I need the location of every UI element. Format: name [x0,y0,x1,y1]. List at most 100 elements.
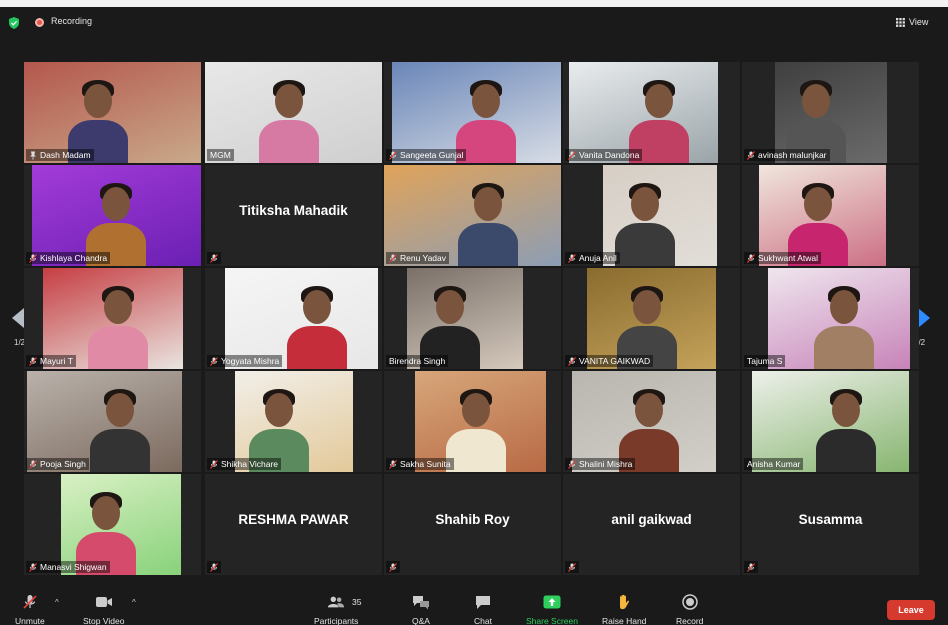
participant-tile[interactable]: Renu Yadav [384,165,561,266]
participant-video [603,165,717,266]
participant-video [225,268,378,369]
muted-mic-icon [210,459,218,469]
leave-button[interactable]: Leave [887,600,935,620]
muted-mic-icon [29,562,37,572]
participant-display-name: Susamma [798,512,863,527]
participant-face [106,393,134,427]
participant-tile[interactable]: MGM [205,62,382,163]
participant-tile[interactable]: Dash Madam [24,62,201,163]
participant-tile[interactable]: avinash malunjkar [742,62,919,163]
muted-mic-icon [568,356,576,366]
participant-tile[interactable]: Kishlaya Chandra [24,165,201,266]
participant-name-label: Kishlaya Chandra [26,252,111,264]
participant-name-label: Renu Yadav [386,252,449,264]
muted-mic-icon [389,150,397,160]
participant-name-label: Shalini Mishra [565,458,636,470]
participant-tile[interactable]: Susamma [742,474,919,575]
participant-tile[interactable]: Shikha Vichare [205,371,382,472]
participant-name-label: Sangeeta Gunjal [386,149,467,161]
participant-display-name: anil gaikwad [611,512,692,527]
recording-label: Recording [51,16,93,26]
participant-tile[interactable]: Birendra Singh [384,268,561,369]
participant-body [90,429,150,472]
participant-tile[interactable]: Sangeeta Gunjal [384,62,561,163]
participant-body [615,223,675,266]
participant-display-name: Titiksha Mahadik [239,203,348,218]
view-button[interactable]: View [896,15,928,29]
raise-hand-button[interactable]: Raise Hand [602,594,646,625]
video-camera-icon [95,597,112,607]
participant-name-label [565,561,579,573]
participant-name-label [207,561,221,573]
muted-mic-icon [389,459,397,469]
participant-face [472,84,500,118]
participant-tile[interactable]: Pooja Singh [24,371,201,472]
participant-name: Mayuri T [40,356,73,366]
participant-name-label [207,252,221,264]
participant-face [474,187,502,221]
unmute-button[interactable]: Unmute [15,594,45,625]
participant-tile[interactable]: Shahib Roy [384,474,561,575]
participant-video [205,62,382,163]
muted-mic-icon [568,562,576,572]
participant-name-label: Anuja Anil [565,252,620,264]
participant-tile[interactable]: Vanita Dandona [563,62,740,163]
recording-icon [35,18,44,27]
participant-tile[interactable]: Sakha Sunita [384,371,561,472]
muted-mic-icon [747,562,755,572]
participant-face [104,290,132,324]
muted-mic-icon [568,150,576,160]
participant-tile[interactable]: Manasvi Shigwan [24,474,201,575]
participant-tile[interactable]: anil gaikwad [563,474,740,575]
participant-name-label: Pooja Singh [26,458,89,470]
participant-tile[interactable]: Titiksha Mahadik [205,165,382,266]
participant-name: avinash malunjkar [758,150,827,160]
share-screen-button[interactable]: Share Screen [526,594,578,625]
raise-hand-icon [620,594,630,610]
participant-tile[interactable]: Mayuri T [24,268,201,369]
participant-tile[interactable]: Yogyata Mishra [205,268,382,369]
participant-face [92,496,120,530]
chat-button[interactable]: Chat [474,594,492,625]
participant-tile[interactable]: Anisha Kumar [742,371,919,472]
qa-button[interactable]: Q&A [412,594,430,625]
participant-face [802,84,830,118]
participants-icon [328,596,345,608]
participant-video [415,371,546,472]
participant-face [462,393,490,427]
security-shield-icon[interactable] [8,17,20,29]
previous-page-arrow-icon[interactable] [12,308,24,328]
participant-name: MGM [210,150,231,160]
stop-video-button[interactable]: Stop Video [83,594,124,625]
participant-tile[interactable]: Anuja Anil [563,165,740,266]
top-bar: Recording View [0,7,948,37]
muted-mic-icon [568,253,576,263]
participant-video [759,165,886,266]
record-button[interactable]: Record [676,594,703,625]
muted-mic-icon [210,253,218,263]
participant-name: Manasvi Shigwan [40,562,107,572]
participant-video [24,62,201,163]
view-label: View [909,17,929,27]
next-page-arrow-icon[interactable] [918,308,930,328]
record-icon [681,594,698,610]
participant-tile[interactable]: VANITA GAIKWAD [563,268,740,369]
muted-mic-icon [29,356,37,366]
participant-tile[interactable]: Tajuma S [742,268,919,369]
participant-video [572,371,716,472]
participant-face [275,84,303,118]
participant-tile[interactable]: Shalini Mishra [563,371,740,472]
muted-mic-icon [389,253,397,263]
muted-mic-icon [29,459,37,469]
participant-tile[interactable]: RESHMA PAWAR [205,474,382,575]
video-options-caret-icon[interactable]: ^ [132,598,136,607]
participant-name: Dash Madam [40,150,91,160]
participant-video [587,268,716,369]
participant-name: Tajuma S [747,356,783,366]
participant-tile[interactable]: Sukhwant Atwal [742,165,919,266]
audio-options-caret-icon[interactable]: ^ [55,598,59,607]
participant-video [32,165,201,266]
participant-body [259,120,319,163]
participant-body [814,326,874,369]
muted-mic-icon [747,150,755,160]
